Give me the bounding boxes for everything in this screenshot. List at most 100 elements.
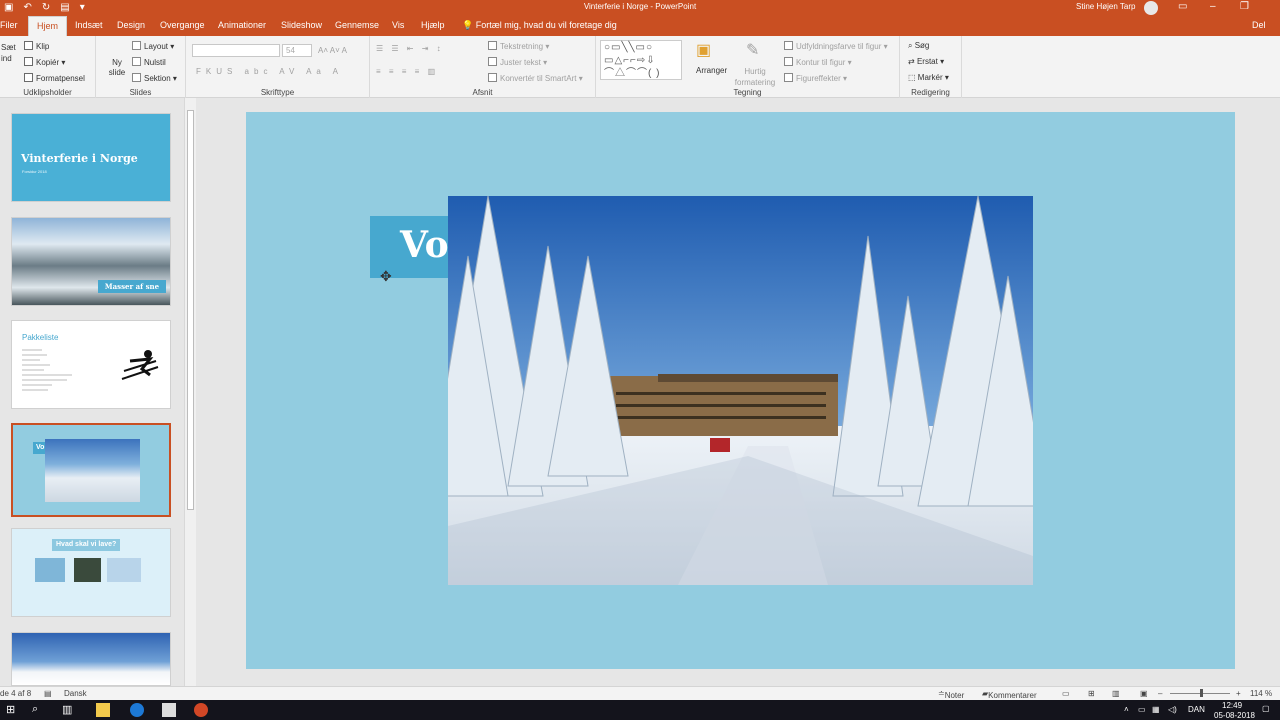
search-icon[interactable]: ⌕	[32, 703, 38, 716]
shape-outline-button[interactable]: Kontur til figur ▾	[784, 57, 852, 67]
tell-me-text: Fortæl mig, hvad du vil foretage dig	[475, 20, 617, 30]
replace-button[interactable]: ⇄ Erstat ▾	[908, 57, 944, 66]
arrange-label: Arranger	[696, 66, 728, 75]
thumbnail-image-1	[35, 558, 65, 582]
file-explorer-icon[interactable]	[96, 703, 110, 717]
shapes-gallery[interactable]: ○▭╲╲▭○ ▭△⌐⌐⇨⇩ ⌒△⌒⌒( )	[600, 40, 682, 80]
tab-transitions[interactable]: Overgange	[160, 20, 205, 30]
thumbnail-slide-3[interactable]: Pakkeliste	[11, 320, 171, 409]
new-slide-button[interactable]: Ny slide	[104, 58, 130, 78]
edge-browser-icon[interactable]	[130, 703, 144, 717]
tell-me-box[interactable]: 💡 Fortæl mig, hvad du vil foretage dig	[462, 20, 617, 31]
task-view-icon[interactable]: ▥	[62, 703, 72, 716]
reset-button[interactable]: Nulstil	[132, 57, 166, 67]
notes-button[interactable]: ≐ Noter	[938, 689, 964, 700]
thumbnail-slide-5[interactable]: Hvad skal vi lave?	[11, 528, 171, 617]
user-name[interactable]: Stine Højen Tarp	[1076, 2, 1135, 11]
zoom-slider-thumb[interactable]	[1200, 689, 1203, 697]
shape-fill-button[interactable]: Udfyldningsfarve til figur ▾	[784, 41, 888, 51]
tab-design[interactable]: Design	[117, 20, 145, 30]
tab-file[interactable]: Filer	[0, 20, 18, 30]
spellcheck-icon[interactable]: ▤	[44, 689, 52, 698]
minimize-icon[interactable]: –	[1210, 1, 1216, 12]
tray-up-arrow-icon[interactable]: ˄	[1124, 705, 1129, 714]
share-label: Del	[1252, 20, 1266, 30]
section-button[interactable]: Sektion ▾	[132, 73, 177, 83]
lightbulb-icon: 💡	[462, 20, 476, 30]
format-painter-button[interactable]: Formatpensel	[24, 73, 85, 83]
slide-photo-winter-hotel[interactable]	[448, 196, 1033, 585]
align-text-button[interactable]: Juster tekst ▾	[488, 57, 547, 67]
thumbnail-slide-1[interactable]: Vinterferie i Norge Forsidur 2018	[11, 113, 171, 202]
slide-sorter-icon[interactable]: ⊞	[1088, 689, 1095, 698]
tab-animations[interactable]: Animationer	[218, 20, 266, 30]
font-family-box[interactable]	[192, 44, 280, 57]
group-slides: Ny slide Layout ▾ Nulstil Sektion ▾ Slid…	[96, 36, 186, 98]
thumbnail-title: Vinterferie i Norge	[21, 152, 138, 165]
grow-font-button[interactable]: A˄ A˅ A	[318, 46, 347, 55]
find-label: Søg	[914, 41, 930, 50]
slideshow-view-icon[interactable]: ▣	[1140, 689, 1148, 698]
font-format-buttons[interactable]: FKUS abc AV Aa A	[196, 67, 343, 76]
battery-icon[interactable]: ▭	[1138, 705, 1146, 714]
smartart-button[interactable]: Konvertér til SmartArt ▾	[488, 73, 583, 83]
normal-view-icon[interactable]: ▭	[1062, 689, 1070, 698]
group-paragraph: ☰ ☰ ⇤ ⇥ ↕ ≡ ≡ ≡ ≡ ▥ Tekstretning ▾ Juste…	[370, 36, 596, 98]
powerpoint-taskbar-icon[interactable]	[194, 703, 208, 717]
paste-button[interactable]: Sæt ind	[1, 42, 19, 64]
clock-time[interactable]: 12:49	[1222, 701, 1242, 710]
quick-styles-button[interactable]: Hurtig formatering	[730, 66, 780, 88]
share-button[interactable]: Del	[1252, 20, 1266, 30]
slide-canvas[interactable]: Vo ✥	[246, 112, 1235, 669]
select-button[interactable]: ⬚ Markér ▾	[908, 73, 949, 82]
volume-icon[interactable]: ◁)	[1168, 705, 1177, 714]
notifications-icon[interactable]: ▢	[1262, 704, 1270, 713]
scissors-icon	[24, 41, 33, 50]
align-buttons[interactable]: ≡ ≡ ≡ ≡ ▥	[376, 67, 438, 76]
group-editing: ⌕ Søg ⇄ Erstat ▾ ⬚ Markér ▾ Redigering	[900, 36, 962, 98]
zoom-level[interactable]: 114 %	[1250, 689, 1272, 698]
network-icon[interactable]: ▦	[1152, 705, 1160, 714]
thumbnail-title: Pakkeliste	[22, 333, 59, 342]
tab-review[interactable]: Gennemse	[335, 20, 379, 30]
clock-date[interactable]: 05-08-2018	[1214, 711, 1255, 720]
align-text-icon	[488, 57, 497, 66]
copy-button[interactable]: Kopiér ▾	[24, 57, 65, 67]
find-button[interactable]: ⌕ Søg	[908, 41, 929, 51]
thumbnail-title: Masser af sne	[98, 280, 166, 293]
tab-home[interactable]: Hjem	[28, 16, 68, 36]
arrange-button[interactable]: Arranger	[696, 66, 727, 75]
skier-icon	[121, 350, 159, 380]
thumbnail-slide-2[interactable]: Masser af sne	[11, 217, 171, 306]
paint-bucket-icon	[784, 41, 793, 50]
zoom-in-button[interactable]: +	[1236, 689, 1241, 698]
thumbnail-slide-4[interactable]: Vo	[11, 423, 171, 517]
shape-effects-button[interactable]: Figureffekter ▾	[784, 73, 847, 83]
notes-label: Noter	[944, 691, 965, 700]
avatar[interactable]	[1144, 1, 1158, 15]
scrollbar-thumb[interactable]	[187, 110, 194, 510]
zoom-out-button[interactable]: –	[1158, 689, 1162, 698]
group-label-clipboard: Udklipsholder	[23, 88, 72, 97]
font-size-box[interactable]: 54	[282, 44, 312, 57]
list-buttons[interactable]: ☰ ☰ ⇤ ⇥ ↕	[376, 44, 444, 53]
windows-start-icon[interactable]: ⊞	[6, 703, 15, 716]
text-direction-button[interactable]: Tekstretning ▾	[488, 41, 549, 51]
ribbon-display-icon[interactable]: ▭	[1178, 1, 1187, 12]
input-language[interactable]: DAN	[1188, 705, 1205, 714]
thumbnail-slide-6[interactable]	[11, 632, 171, 686]
reading-view-icon[interactable]: ▥	[1112, 689, 1120, 698]
layout-button[interactable]: Layout ▾	[132, 41, 174, 51]
comments-button[interactable]: ▰ Kommentarer	[982, 689, 1037, 700]
language-indicator[interactable]: Dansk	[64, 689, 87, 698]
restore-icon[interactable]: ❐	[1240, 1, 1249, 12]
tab-help[interactable]: Hjælp	[421, 20, 445, 30]
tab-insert[interactable]: Indsæt	[75, 20, 103, 30]
store-icon[interactable]	[162, 703, 176, 717]
thumbnail-scrollbar[interactable]	[184, 98, 196, 686]
tab-view[interactable]: Vis	[392, 20, 404, 30]
arrange-icon: ▣	[696, 42, 712, 59]
group-label-paragraph: Afsnit	[472, 88, 493, 97]
cut-button[interactable]: Klip	[24, 41, 49, 51]
tab-slideshow[interactable]: Slideshow	[281, 20, 322, 30]
